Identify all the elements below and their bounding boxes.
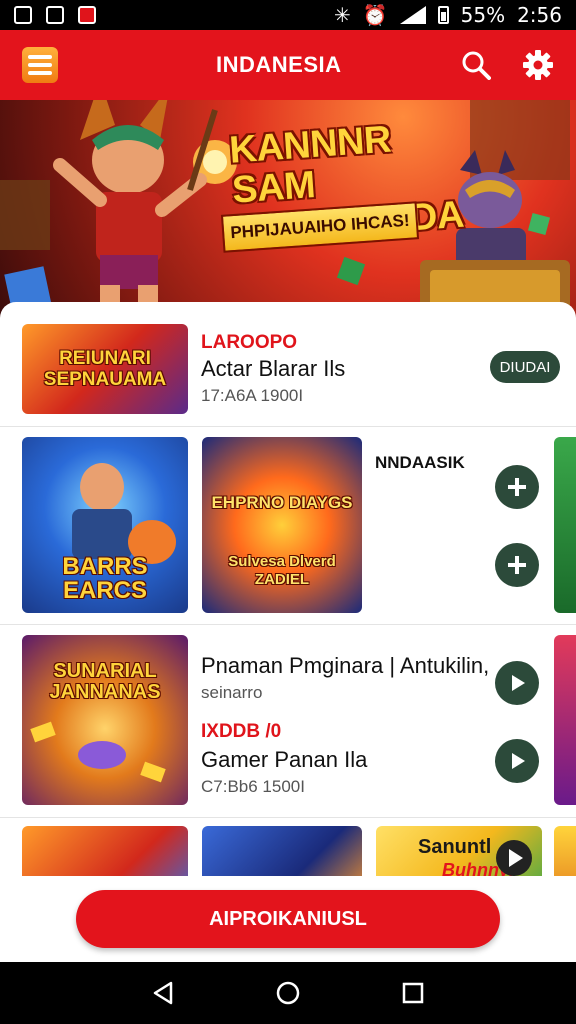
bluetooth-icon: ✳ [333,3,351,27]
game-thumbnail-partial[interactable] [554,635,576,805]
item-title: Pnaman Pmginara | Antukilin, [201,653,490,678]
hero-warrior-character [53,80,218,320]
item-heading: NNDAASIK [375,453,465,472]
game-thumbnail[interactable]: BARRS EARCS [22,437,188,613]
thumbnail-caption: Sanuntl [418,836,492,858]
system-navigation-bar [0,962,576,1024]
gallery-icon [46,6,64,24]
play-icon [512,675,525,691]
gear-icon [523,50,553,80]
battery-percent: 55% [460,3,506,27]
game-thumbnail[interactable]: EHPRNO DIAYGS Sulvesa Dlverd ZADIEL [202,437,362,613]
item-meta: 17:A6A 1900I [201,386,304,405]
bottom-action-area: AIPROIKANIUSL [0,876,576,962]
item-subtitle: seinarro [201,683,263,702]
game-thumbnail[interactable]: REIUNARI SEPNAUAMA [22,324,188,414]
thumbnail-caption: EHPRNO DIAYGS [211,493,353,512]
thumbnail-subcaption: Sulvesa Dlverd ZADIEL [228,553,336,588]
thumbnail-caption: REIUNARI SEPNAUAMA [43,348,167,390]
plus-icon [508,556,526,574]
clock: 2:56 [517,3,562,27]
thumbnail-caption: BARRS EARCS [62,553,148,604]
plus-icon [508,478,526,496]
item-meta: C7:Bb6 1500I [201,777,305,796]
game-thumbnail[interactable]: SUNARIAL JANNANAS [22,635,188,805]
add-button[interactable] [495,543,539,587]
item-tag: LAROOPO [201,332,298,353]
status-bar: ✳ ⏰ 55% 2:56 [0,0,576,30]
list-item[interactable]: REIUNARI SEPNAUAMA LAROOPO Actar Blarar … [0,302,576,426]
menu-icon-bar [28,55,52,59]
search-icon [462,51,491,80]
back-icon[interactable] [150,980,176,1006]
menu-icon-bar [28,63,52,67]
screenshot-icon [14,6,32,24]
item-title: Actar Blarar Ils [201,356,346,381]
settings-button[interactable] [522,49,554,81]
home-icon[interactable] [275,980,301,1006]
game-list: REIUNARI SEPNAUAMA LAROOPO Actar Blarar … [0,302,576,902]
list-item[interactable]: BARRS EARCS EHPRNO DIAYGS Sulvesa Dlverd… [0,427,576,623]
search-button[interactable] [460,49,492,81]
item-action-button[interactable]: DIUDAI [490,351,560,383]
app-bar: INDANESIA [0,30,576,100]
play-button[interactable] [495,661,539,705]
app-notification-icon [78,6,96,24]
app-title: INDANESIA [216,52,342,77]
item-tag: IXDDB /0 [201,721,282,742]
list-item[interactable]: SUNARIAL JANNANAS Pnaman Pmginara | Antu… [0,625,576,817]
play-icon [512,753,525,769]
thumbnail-art [30,721,166,783]
signal-icon [399,6,426,24]
recents-icon[interactable] [400,980,426,1006]
battery-icon [437,6,449,24]
hero-banner[interactable]: INDANESIA KANNNR SAM PHPIJAUAIHO IHCAS! [0,30,576,320]
primary-action-button[interactable]: AIPROIKANIUSL [76,890,500,948]
item-title: Gamer Panan Ila [201,747,368,772]
play-button[interactable] [495,739,539,783]
game-thumbnail-partial[interactable] [554,437,576,613]
thumbnail-caption: SUNARIAL JANNANAS [49,660,161,703]
play-icon [496,840,532,876]
menu-button[interactable] [22,47,58,83]
add-button[interactable] [495,465,539,509]
alarm-icon: ⏰ [362,3,388,27]
menu-icon-bar [28,71,52,75]
